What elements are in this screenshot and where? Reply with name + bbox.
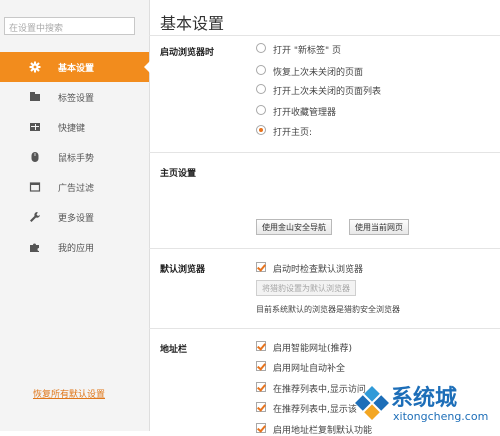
use-kingsoft-nav-button[interactable]: 使用金山安全导航 — [256, 219, 332, 235]
startup-option-label: 打开收藏管理器 — [273, 108, 337, 118]
startup-option-list-radio[interactable] — [256, 84, 266, 94]
divider — [149, 152, 500, 153]
gear-icon — [29, 61, 41, 73]
puzzle-icon — [30, 243, 39, 252]
page-title: 基本设置 — [160, 14, 225, 33]
watermark-text: 系统城 — [391, 386, 458, 411]
address-option-label: 启用智能网址(推荐) — [273, 344, 353, 354]
sidebar-item-mouse-gestures[interactable]: 鼠标手势 — [0, 142, 149, 172]
sidebar-item-label: 快捷键 — [58, 124, 86, 134]
watermark-url: xitongcheng.com — [393, 410, 489, 423]
settings-sidebar: 在设置中搜索 基本设置 标签设置 快捷键 鼠标手势 广告过滤 更多设置 我的应用… — [0, 0, 150, 431]
search-placeholder: 在设置中搜索 — [9, 24, 64, 34]
address-bar-section-label: 地址栏 — [160, 345, 188, 355]
startup-option-label: 打开主页: — [273, 128, 313, 138]
startup-option-label: 恢复上次未关闭的页面 — [273, 68, 364, 78]
divider — [149, 248, 500, 249]
use-current-page-button[interactable]: 使用当前网页 — [349, 219, 409, 235]
check-default-browser-checkbox[interactable] — [256, 262, 266, 272]
show-suggestion-checkbox[interactable] — [256, 402, 266, 412]
sidebar-item-label: 标签设置 — [58, 94, 95, 104]
homepage-section-label: 主页设置 — [160, 169, 197, 179]
sidebar-item-label: 鼠标手势 — [58, 154, 95, 164]
startup-option-label: 打开上次未关闭的页面列表 — [273, 87, 382, 97]
address-option-label: 在推荐列表中,显示访问 — [273, 385, 366, 395]
startup-option-new-tab-radio[interactable] — [256, 43, 266, 53]
startup-option-homepage-radio[interactable] — [256, 125, 266, 135]
watermark-logo: 系统城 xitongcheng.com — [353, 378, 500, 431]
check-default-browser-label: 启动时检查默认浏览器 — [273, 265, 364, 275]
divider — [149, 35, 500, 36]
address-option-label: 在推荐列表中,显示该 — [273, 405, 357, 415]
startup-option-favorites-radio[interactable] — [256, 105, 266, 115]
sidebar-item-label: 广告过滤 — [58, 184, 95, 194]
sidebar-item-ad-filter[interactable]: 广告过滤 — [0, 172, 149, 202]
sidebar-item-shortcuts[interactable]: 快捷键 — [0, 112, 149, 142]
default-browser-note: 目前系统默认的浏览器是猎豹安全浏览器 — [256, 305, 400, 314]
windows-logo-icon — [355, 386, 389, 420]
startup-section-label: 启动浏览器时 — [160, 48, 215, 58]
default-browser-section-label: 默认浏览器 — [160, 265, 206, 275]
sidebar-item-more-settings[interactable]: 更多设置 — [0, 202, 149, 232]
copy-default-checkbox[interactable] — [256, 423, 266, 433]
divider — [149, 328, 500, 329]
settings-search-input[interactable]: 在设置中搜索 — [4, 17, 135, 35]
sidebar-item-label: 我的应用 — [58, 244, 95, 254]
ad-filter-icon — [29, 182, 41, 192]
startup-option-restore-radio[interactable] — [256, 65, 266, 75]
sidebar-item-basic-settings[interactable]: 基本设置 — [0, 52, 150, 82]
sidebar-item-tab-settings[interactable]: 标签设置 — [0, 82, 149, 112]
mouse-icon — [31, 152, 39, 162]
set-default-browser-button[interactable]: 将猎豹设置为默认浏览器 — [256, 280, 356, 296]
sidebar-item-my-apps[interactable]: 我的应用 — [0, 232, 149, 262]
smart-url-checkbox[interactable] — [256, 341, 266, 351]
url-autocomplete-checkbox[interactable] — [256, 361, 266, 371]
sidebar-item-label: 更多设置 — [58, 214, 95, 224]
wrench-icon — [30, 212, 40, 222]
keyboard-icon — [30, 123, 40, 131]
address-option-label: 启用网址自动补全 — [273, 364, 346, 374]
sidebar-item-label: 基本设置 — [58, 64, 95, 74]
show-visited-checkbox[interactable] — [256, 382, 266, 392]
tab-icon — [30, 92, 40, 101]
restore-defaults-link[interactable]: 恢复所有默认设置 — [33, 387, 105, 400]
startup-option-label: 打开 "新标签" 页 — [273, 46, 342, 56]
